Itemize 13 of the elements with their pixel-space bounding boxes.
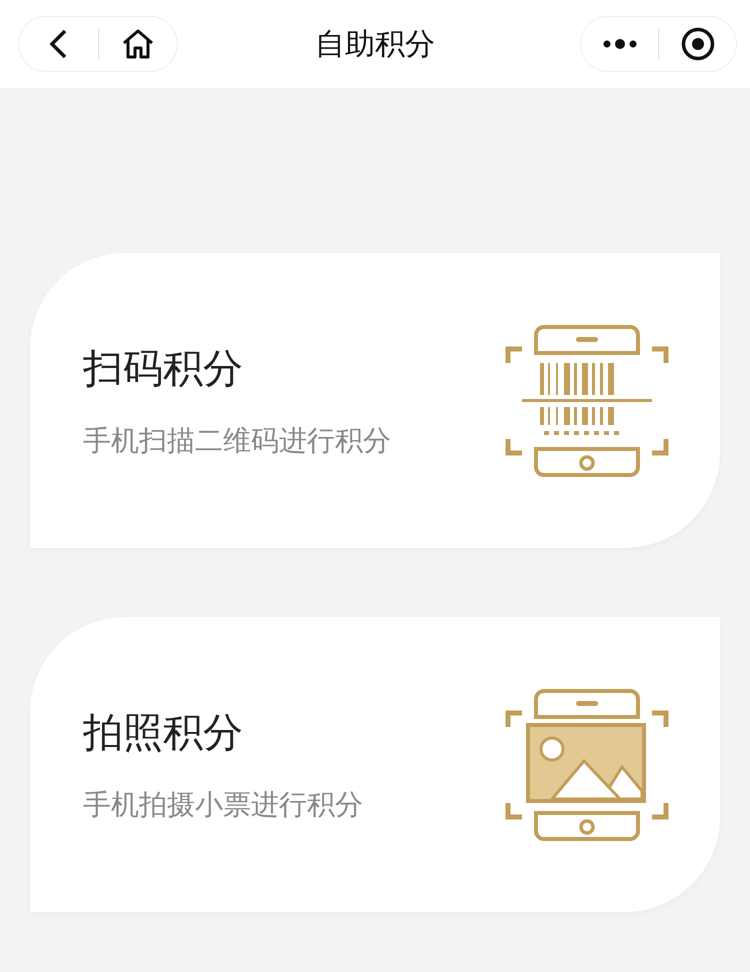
back-icon[interactable] — [49, 29, 68, 59]
entry-card[interactable]: 拍照积分 手机拍摄小票进行积分 — [30, 617, 720, 912]
barcode-scan-icon — [504, 322, 670, 478]
card-subtitle: 手机扫描二维码进行积分 — [83, 423, 391, 459]
entry-card[interactable]: 扫码积分 手机扫描二维码进行积分 — [30, 253, 720, 548]
card-title: 拍照积分 — [83, 709, 244, 758]
home-icon[interactable] — [120, 28, 155, 60]
close-target-icon[interactable] — [680, 27, 714, 61]
photo-scan-icon — [504, 686, 670, 842]
more-icon[interactable] — [602, 39, 636, 49]
card-subtitle: 手机拍摄小票进行积分 — [83, 787, 363, 823]
card-title: 扫码积分 — [83, 345, 244, 394]
page-title: 自助积分 — [315, 26, 435, 62]
